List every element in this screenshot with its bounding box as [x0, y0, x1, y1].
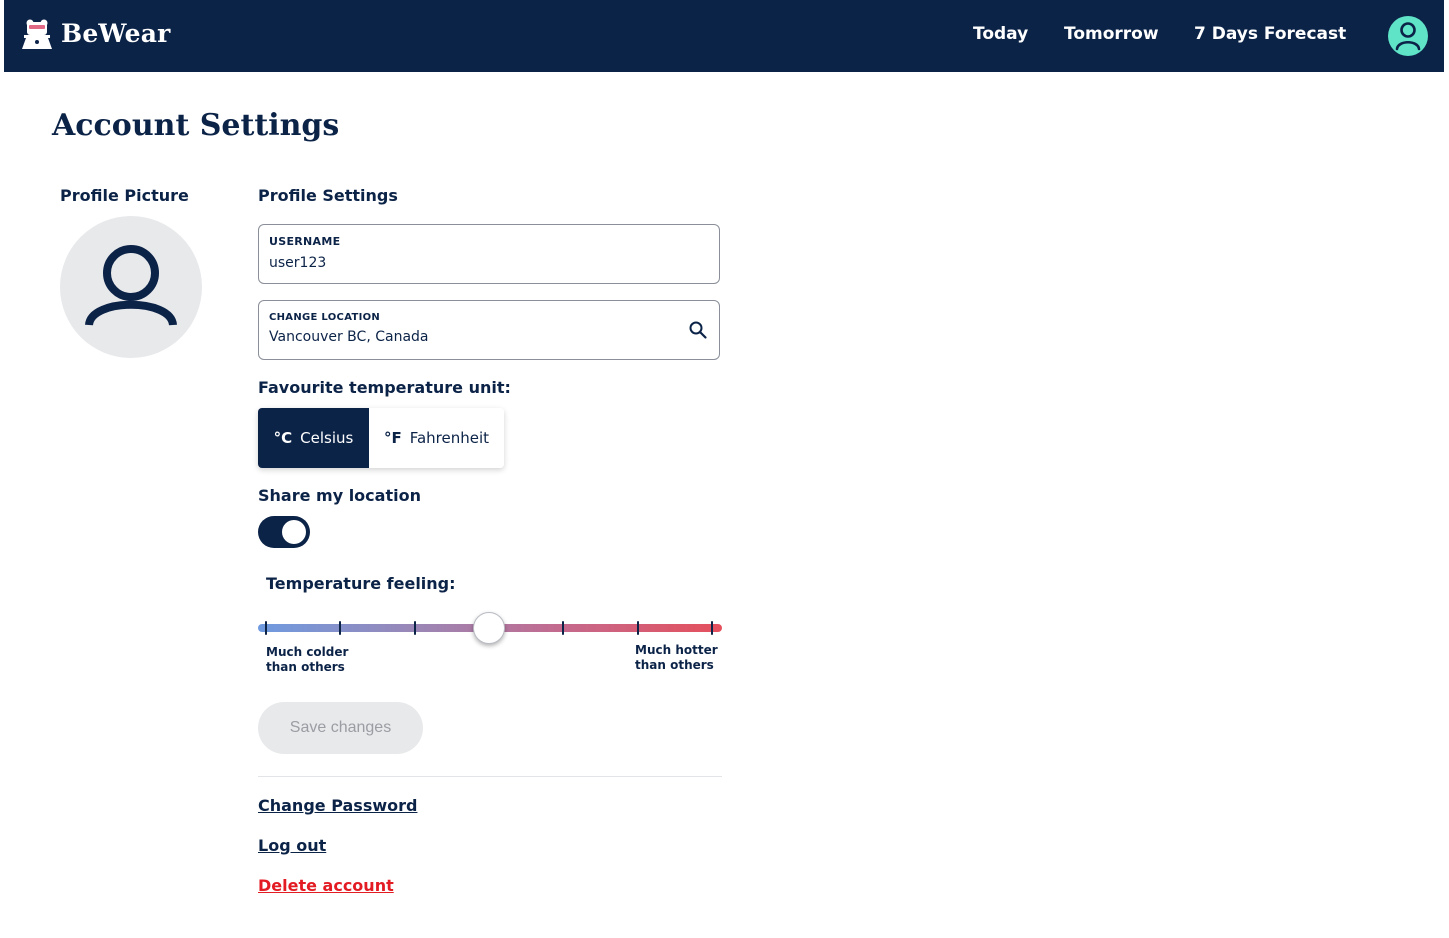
fahrenheit-label: Fahrenheit: [409, 429, 490, 447]
temperature-unit-toggle: °C Celsius °F Fahrenheit: [258, 408, 504, 468]
page-title: Account Settings: [52, 108, 340, 143]
username-input[interactable]: user123: [269, 255, 326, 271]
username-label: USERNAME: [269, 235, 341, 248]
divider: [258, 776, 722, 777]
location-field[interactable]: CHANGE LOCATION Vancouver BC, Canada: [258, 300, 720, 360]
location-label: CHANGE LOCATION: [269, 312, 381, 323]
slider-max-label: Much hotter than others: [635, 643, 718, 672]
fahrenheit-option[interactable]: °F Fahrenheit: [369, 408, 504, 468]
user-avatar-icon: [1395, 22, 1421, 51]
slider-tick: [711, 621, 713, 635]
slider-tick: [636, 621, 639, 635]
change-password-link[interactable]: Change Password: [258, 796, 417, 815]
share-location-label: Share my location: [258, 486, 421, 505]
top-navbar: BeWear Today Tomorrow 7 Days Forecast: [4, 0, 1444, 72]
account-avatar-button[interactable]: [1388, 16, 1428, 56]
celsius-option[interactable]: °C Celsius: [258, 408, 369, 468]
delete-account-link[interactable]: Delete account: [258, 876, 394, 895]
user-icon: [85, 245, 177, 327]
nav-link-today[interactable]: Today: [973, 24, 1028, 44]
save-changes-button[interactable]: Save changes: [258, 702, 423, 754]
profile-picture[interactable]: [60, 216, 202, 358]
slider-tick: [413, 621, 416, 635]
celsius-symbol: °C: [273, 429, 293, 447]
bear-logo-icon: [22, 19, 52, 49]
profile-settings-label: Profile Settings: [258, 186, 398, 205]
switch-knob: [282, 520, 306, 544]
slider-thumb[interactable]: [473, 612, 505, 644]
slider-min-label: Much colder than others: [266, 645, 349, 674]
share-location-switch[interactable]: [258, 516, 310, 548]
celsius-label: Celsius: [300, 429, 354, 447]
username-field[interactable]: USERNAME user123: [258, 224, 720, 284]
search-icon[interactable]: [688, 320, 708, 340]
slider-tick: [265, 621, 267, 635]
nav-link-7-days-forecast[interactable]: 7 Days Forecast: [1194, 24, 1346, 44]
fahrenheit-symbol: °F: [383, 429, 402, 447]
log-out-link[interactable]: Log out: [258, 836, 326, 855]
brand-name: BeWear: [61, 18, 171, 48]
profile-picture-label: Profile Picture: [60, 186, 189, 205]
location-input[interactable]: Vancouver BC, Canada: [269, 329, 429, 345]
nav-link-tomorrow[interactable]: Tomorrow: [1064, 24, 1159, 44]
brand[interactable]: BeWear: [20, 16, 171, 50]
temperature-feeling-label: Temperature feeling:: [266, 574, 456, 593]
temperature-unit-label: Favourite temperature unit:: [258, 378, 511, 397]
